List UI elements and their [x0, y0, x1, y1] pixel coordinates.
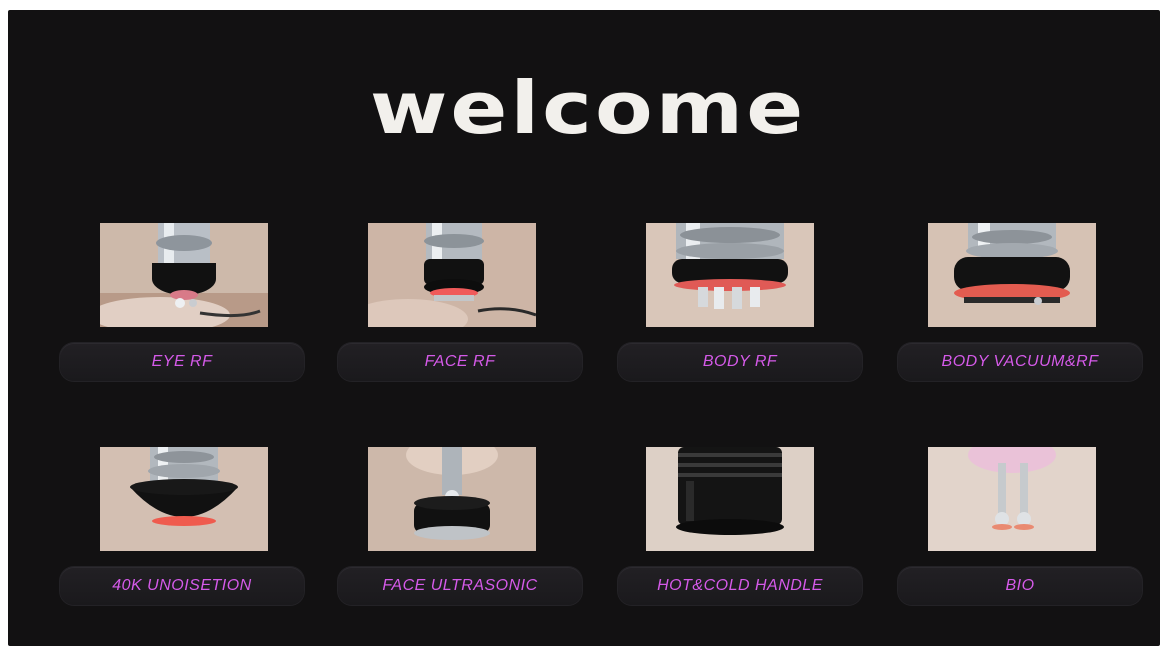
module-body-rf[interactable]: BODY RF: [618, 223, 870, 383]
body-rf-handpiece-icon[interactable]: [646, 223, 814, 327]
body-vacuum-rf-button[interactable]: BODY VACUUM&RF: [898, 343, 1142, 381]
face-rf-button[interactable]: FACE RF: [338, 343, 582, 381]
face-rf-label: FACE RF: [424, 353, 496, 370]
body-vacuum-rf-handpiece-icon[interactable]: [928, 223, 1096, 327]
eye-rf-button[interactable]: EYE RF: [60, 343, 304, 381]
face-ultrasonic-button[interactable]: FACE ULTRASONIC: [338, 567, 582, 605]
eye-rf-handpiece-icon[interactable]: [100, 223, 268, 327]
module-hot-cold-handle[interactable]: HOT&COLD HANDLE: [618, 447, 870, 607]
face-ultrasonic-handpiece-icon[interactable]: [368, 447, 536, 551]
hot-cold-handle-label: HOT&COLD HANDLE: [657, 577, 823, 594]
body-rf-label: BODY RF: [702, 353, 778, 370]
hot-cold-handle-icon[interactable]: [646, 447, 814, 551]
hot-cold-handle-button[interactable]: HOT&COLD HANDLE: [618, 567, 862, 605]
bio-handpiece-icon[interactable]: [928, 447, 1096, 551]
cavitation-40k-handpiece-icon[interactable]: [100, 447, 268, 551]
main-screen: welcome EYE RF FACE RF BODY RF BODY VACU…: [8, 10, 1160, 646]
face-ultrasonic-label: FACE ULTRASONIC: [382, 577, 538, 594]
bio-label: BIO: [1005, 577, 1035, 594]
module-face-ultrasonic[interactable]: FACE ULTRASONIC: [338, 447, 590, 607]
bio-button[interactable]: BIO: [898, 567, 1142, 605]
eye-rf-label: EYE RF: [151, 353, 213, 370]
welcome-title: welcome: [369, 65, 807, 151]
40k-unoisetion-label: 40K UNOISETION: [112, 577, 252, 594]
face-rf-handpiece-icon[interactable]: [368, 223, 536, 327]
module-bio[interactable]: BIO: [898, 447, 1150, 607]
body-rf-button[interactable]: BODY RF: [618, 343, 862, 381]
module-face-rf[interactable]: FACE RF: [338, 223, 590, 383]
40k-unoisetion-button[interactable]: 40K UNOISETION: [60, 567, 304, 605]
module-body-vacuum-rf[interactable]: BODY VACUUM&RF: [898, 223, 1150, 383]
module-eye-rf[interactable]: EYE RF: [60, 223, 312, 383]
body-vacuum-rf-label: BODY VACUUM&RF: [941, 353, 1099, 370]
module-40k-unoisetion[interactable]: 40K UNOISETION: [60, 447, 312, 607]
